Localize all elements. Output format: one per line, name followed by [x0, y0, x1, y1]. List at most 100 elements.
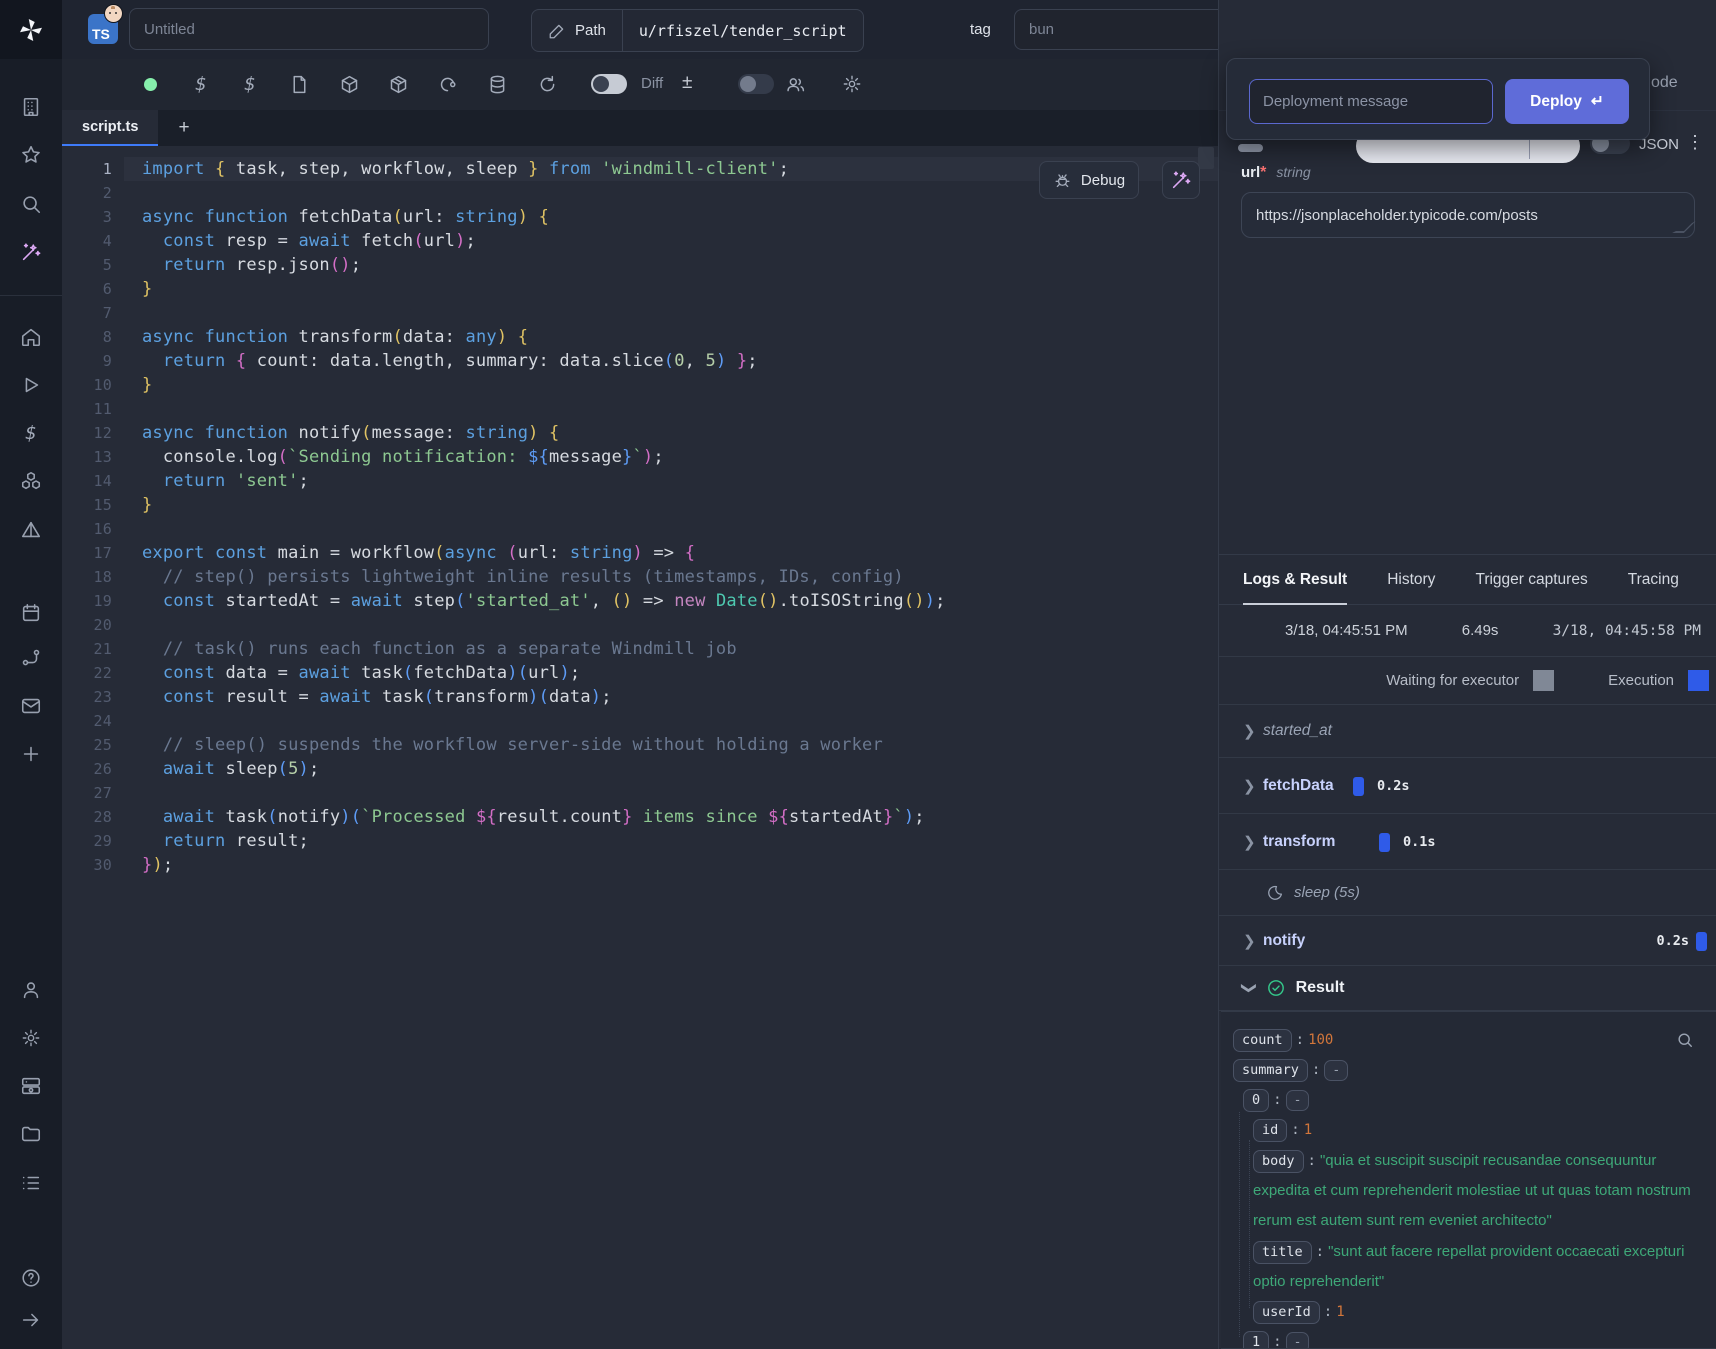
- sidebar-item-worker[interactable]: [0, 1066, 62, 1106]
- code-line-12[interactable]: 12async function notify(message: string)…: [62, 421, 1218, 445]
- sidebar-item-calendar[interactable]: [0, 593, 62, 633]
- code-line-24[interactable]: 24: [62, 709, 1218, 733]
- code-line-28[interactable]: 28 await task(notify)(`Processed ${resul…: [62, 805, 1218, 829]
- path-value[interactable]: u/rfiszel/tender_script: [623, 22, 863, 40]
- kebab-menu-icon[interactable]: ⋮: [1686, 132, 1704, 153]
- code-line-23[interactable]: 23 const result = await task(transform)(…: [62, 685, 1218, 709]
- code-line-17[interactable]: 17export const main = workflow(async (ur…: [62, 541, 1218, 565]
- code-line-25[interactable]: 25 // sleep() suspends the workflow serv…: [62, 733, 1218, 757]
- url-input[interactable]: https://jsonplaceholder.typicode.com/pos…: [1241, 192, 1695, 238]
- json-row-body[interactable]: body:"quia et suscipit suscipit recusand…: [1227, 1146, 1707, 1236]
- json-key[interactable]: userId: [1253, 1301, 1320, 1324]
- refresh-icon[interactable]: [535, 72, 559, 96]
- sidebar-item-arrow-right[interactable]: [0, 1300, 62, 1340]
- deployment-message-input[interactable]: Deployment message: [1249, 79, 1493, 124]
- cache-icon[interactable]: [435, 72, 459, 96]
- package-icon[interactable]: [337, 72, 361, 96]
- plus-minus-icon[interactable]: ±: [682, 72, 692, 94]
- json-key[interactable]: count: [1233, 1029, 1292, 1052]
- tab-logs-result[interactable]: Logs & Result: [1243, 555, 1347, 604]
- popup-deploy-button[interactable]: Deploy ↵: [1505, 79, 1629, 124]
- code-line-13[interactable]: 13 console.log(`Sending notification: ${…: [62, 445, 1218, 469]
- json-row-id[interactable]: id:1: [1227, 1116, 1707, 1145]
- json-key[interactable]: 1: [1243, 1331, 1269, 1349]
- sidebar-item-building[interactable]: [0, 87, 62, 127]
- code-line-30[interactable]: 30});: [62, 853, 1218, 877]
- debug-button[interactable]: Debug: [1039, 161, 1139, 199]
- code-line-29[interactable]: 29 return result;: [62, 829, 1218, 853]
- code-editor[interactable]: 1import { task, step, workflow, sleep } …: [62, 146, 1218, 1349]
- sidebar-item-prism[interactable]: [0, 510, 62, 550]
- code-line-6[interactable]: 6}: [62, 277, 1218, 301]
- tab-script-ts[interactable]: script.ts: [62, 110, 158, 146]
- tab-trigger-captures[interactable]: Trigger captures: [1475, 555, 1587, 604]
- code-line-18[interactable]: 18 // step() persists lightweight inline…: [62, 565, 1218, 589]
- json-key[interactable]: body: [1253, 1150, 1304, 1173]
- resize-handle[interactable]: [1672, 221, 1696, 233]
- collab-toggle[interactable]: [738, 74, 774, 94]
- result-json-viewer[interactable]: count:100summary:-0:-id:1body:"quia et s…: [1221, 1011, 1716, 1349]
- json-row-count[interactable]: count:100: [1227, 1026, 1707, 1055]
- json-key[interactable]: id: [1253, 1119, 1287, 1142]
- json-row-0[interactable]: 0:-: [1227, 1086, 1707, 1115]
- step-row-started-at[interactable]: ❯started_at: [1219, 705, 1716, 758]
- result-header[interactable]: ❯ Result: [1219, 966, 1716, 1011]
- sidebar-item-user[interactable]: [0, 970, 62, 1010]
- json-row-userId[interactable]: userId:1: [1227, 1298, 1707, 1327]
- code-line-20[interactable]: 20: [62, 613, 1218, 637]
- sidebar-item-mail[interactable]: [0, 686, 62, 726]
- sidebar-item-help[interactable]: [0, 1258, 62, 1298]
- code-line-16[interactable]: 16: [62, 517, 1218, 541]
- json-row-title[interactable]: title:"sunt aut facere repellat providen…: [1227, 1237, 1707, 1297]
- code-line-10[interactable]: 10}: [62, 373, 1218, 397]
- windmill-logo[interactable]: [0, 0, 62, 59]
- script-name-input[interactable]: Untitled: [129, 8, 489, 50]
- people-icon[interactable]: [783, 72, 807, 96]
- code-line-26[interactable]: 26 await sleep(5);: [62, 757, 1218, 781]
- sidebar-item-search[interactable]: [0, 184, 62, 224]
- file-icon[interactable]: [287, 72, 311, 96]
- search-result-icon[interactable]: [1669, 1024, 1701, 1056]
- editor-settings-icon[interactable]: [840, 72, 864, 96]
- sidebar-item-plus[interactable]: [0, 734, 62, 774]
- sidebar-item-list[interactable]: [0, 1163, 62, 1203]
- step-row-fetchData[interactable]: ❯fetchData0.2s: [1219, 758, 1716, 814]
- code-line-8[interactable]: 8async function transform(data: any) {: [62, 325, 1218, 349]
- price-alt-icon[interactable]: $: [238, 72, 262, 96]
- step-row-notify[interactable]: ❯notify0.2s: [1219, 916, 1716, 966]
- json-row-1[interactable]: 1:-: [1227, 1328, 1707, 1349]
- json-row-summary[interactable]: summary:-: [1227, 1056, 1707, 1085]
- code-line-14[interactable]: 14 return 'sent';: [62, 469, 1218, 493]
- sidebar-item-route[interactable]: [0, 638, 62, 678]
- tag-input[interactable]: bun: [1014, 9, 1252, 50]
- sidebar-item-magic-wand[interactable]: [0, 232, 62, 272]
- package-alt-icon[interactable]: [386, 72, 410, 96]
- code-line-9[interactable]: 9 return { count: data.length, summary: …: [62, 349, 1218, 373]
- sidebar-item-home[interactable]: [0, 317, 62, 357]
- code-line-19[interactable]: 19 const startedAt = await step('started…: [62, 589, 1218, 613]
- sidebar-item-dollar[interactable]: $: [0, 413, 62, 453]
- step-row-transform[interactable]: ❯transform0.1s: [1219, 814, 1716, 870]
- code-line-11[interactable]: 11: [62, 397, 1218, 421]
- tab-history[interactable]: History: [1387, 555, 1435, 604]
- edit-path-button[interactable]: Path: [532, 10, 623, 51]
- json-key[interactable]: title: [1253, 1241, 1312, 1264]
- sidebar-item-star[interactable]: [0, 135, 62, 175]
- collapse-handle[interactable]: [1238, 144, 1263, 152]
- editor-scrollbar[interactable]: [1198, 147, 1214, 169]
- tab-tracing[interactable]: Tracing: [1628, 555, 1679, 604]
- diff-toggle[interactable]: [591, 74, 627, 94]
- code-line-22[interactable]: 22 const data = await task(fetchData)(ur…: [62, 661, 1218, 685]
- price-icon[interactable]: $: [189, 72, 213, 96]
- sidebar-item-gear[interactable]: [0, 1018, 62, 1058]
- database-icon[interactable]: [485, 72, 509, 96]
- json-key[interactable]: summary: [1233, 1059, 1308, 1082]
- code-line-4[interactable]: 4 const resp = await fetch(url);: [62, 229, 1218, 253]
- ai-wand-button[interactable]: [1162, 161, 1200, 199]
- code-line-7[interactable]: 7: [62, 301, 1218, 325]
- sidebar-item-play[interactable]: [0, 365, 62, 405]
- code-line-5[interactable]: 5 return resp.json();: [62, 253, 1218, 277]
- code-line-3[interactable]: 3async function fetchData(url: string) {: [62, 205, 1218, 229]
- step-row-sleep-5s-[interactable]: sleep (5s): [1219, 870, 1716, 916]
- add-tab-button[interactable]: +: [170, 114, 198, 142]
